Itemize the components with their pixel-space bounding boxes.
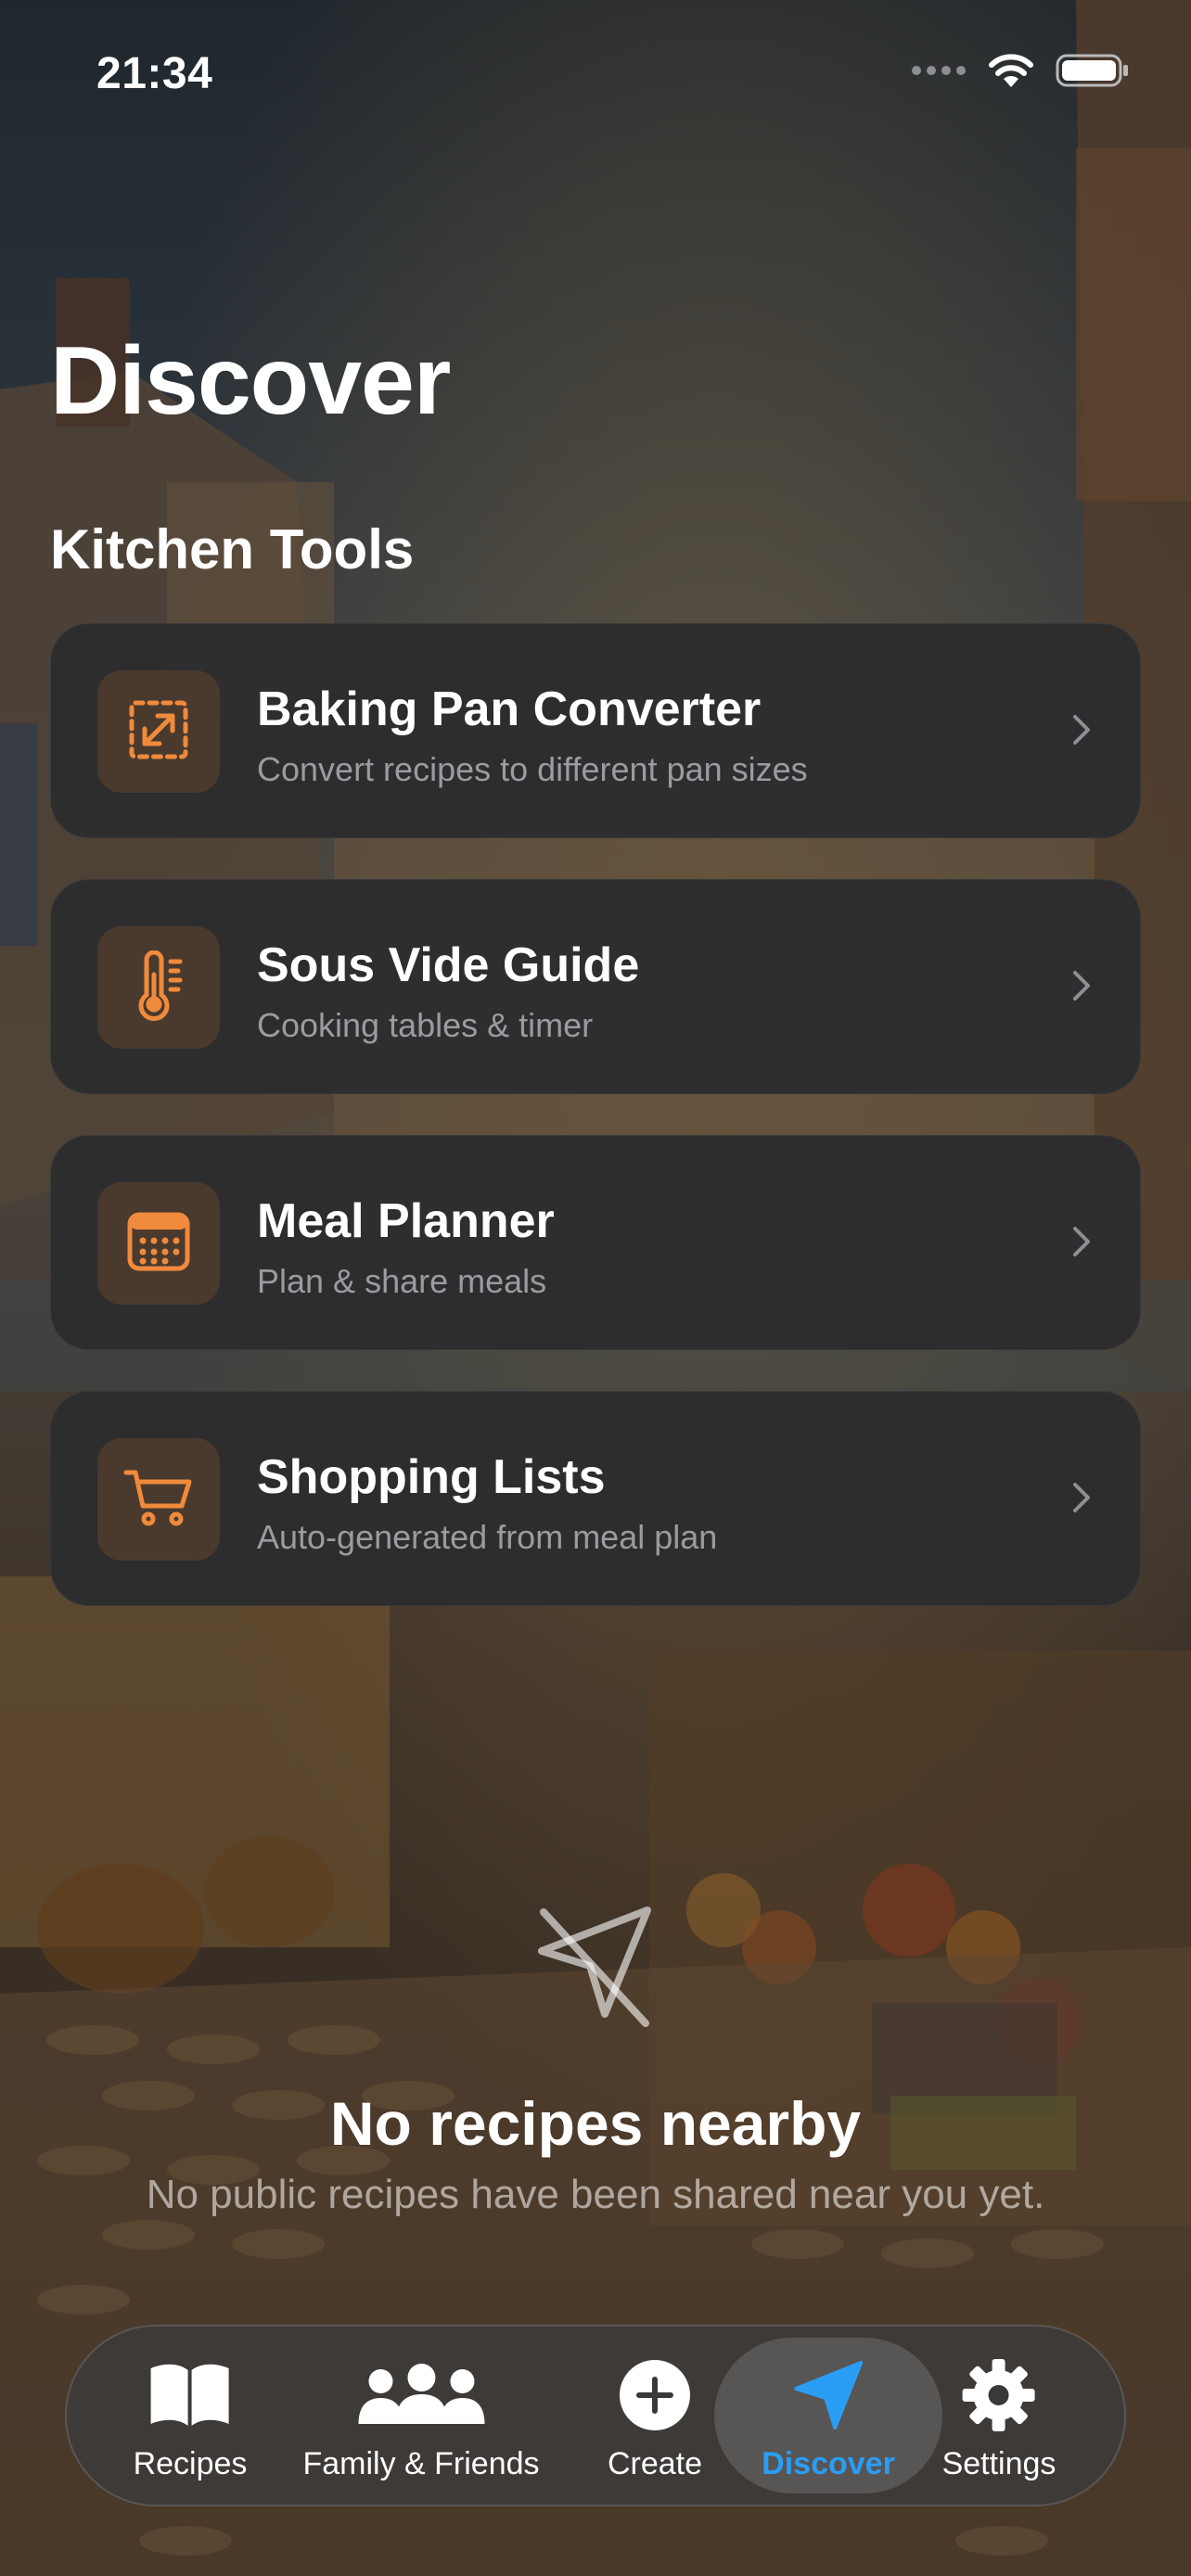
- tab-create[interactable]: Create: [608, 2355, 702, 2482]
- calendar-icon: [126, 1211, 191, 1277]
- tool-title: Meal Planner: [257, 1194, 555, 1248]
- section-title: Kitchen Tools: [50, 518, 415, 580]
- tab-settings[interactable]: Settings: [941, 2355, 1057, 2482]
- chevron-right-icon: [1071, 1479, 1094, 1521]
- tool-icon-tile: [97, 670, 220, 793]
- tab-label: Create: [607, 2446, 703, 2481]
- tool-title: Baking Pan Converter: [257, 682, 762, 736]
- tab-family-friends[interactable]: Family & Friends: [302, 2355, 540, 2482]
- tool-card-meal-planner[interactable]: Meal Planner Plan & share meals: [50, 1135, 1141, 1350]
- tool-icon-tile: [97, 1182, 220, 1305]
- location-slash-icon: [525, 1894, 664, 2037]
- empty-state-title: No recipes nearby: [329, 2089, 862, 2158]
- tool-subtitle: Convert recipes to different pan sizes: [257, 750, 808, 788]
- empty-state-message: No public recipes have been shared near …: [146, 2172, 1045, 2217]
- tab-label: Recipes: [133, 2446, 248, 2481]
- tab-label: Family & Friends: [302, 2446, 540, 2481]
- cellular-signal-icon: [911, 64, 967, 82]
- status-time: 21:34: [96, 49, 213, 98]
- tab-label: Discover: [762, 2446, 895, 2481]
- wifi-icon: [987, 52, 1035, 94]
- tool-subtitle: Plan & share meals: [257, 1262, 547, 1300]
- chevron-right-icon: [1071, 967, 1094, 1009]
- tool-subtitle: Auto-generated from meal plan: [257, 1518, 718, 1556]
- tab-recipes[interactable]: Recipes: [133, 2355, 248, 2482]
- resize-arrow-icon: [126, 697, 191, 767]
- tool-title: Shopping Lists: [257, 1450, 606, 1504]
- tab-discover[interactable]: Discover: [762, 2355, 895, 2482]
- tool-icon-tile: [97, 926, 220, 1049]
- cart-icon: [122, 1465, 195, 1535]
- people-icon: [354, 2363, 488, 2432]
- tool-subtitle: Cooking tables & timer: [257, 1006, 594, 1044]
- page-title: Discover: [50, 327, 451, 435]
- tool-icon-tile: [97, 1438, 220, 1561]
- book-icon: [147, 2361, 233, 2434]
- tool-card-baking-pan-converter[interactable]: Baking Pan Converter Convert recipes to …: [50, 623, 1141, 838]
- thermometer-icon: [126, 950, 191, 1026]
- tab-label: Settings: [941, 2446, 1057, 2481]
- plus-circle-icon: [619, 2359, 691, 2436]
- tool-card-shopping-lists[interactable]: Shopping Lists Auto-generated from meal …: [50, 1391, 1141, 1606]
- chevron-right-icon: [1071, 711, 1094, 753]
- tool-title: Sous Vide Guide: [257, 938, 640, 992]
- battery-icon: [1056, 52, 1130, 94]
- status-icons: [911, 52, 1130, 94]
- tool-card-sous-vide-guide[interactable]: Sous Vide Guide Cooking tables & timer: [50, 879, 1141, 1094]
- chevron-right-icon: [1071, 1223, 1094, 1265]
- location-arrow-icon: [792, 2359, 864, 2436]
- gear-icon: [961, 2357, 1037, 2438]
